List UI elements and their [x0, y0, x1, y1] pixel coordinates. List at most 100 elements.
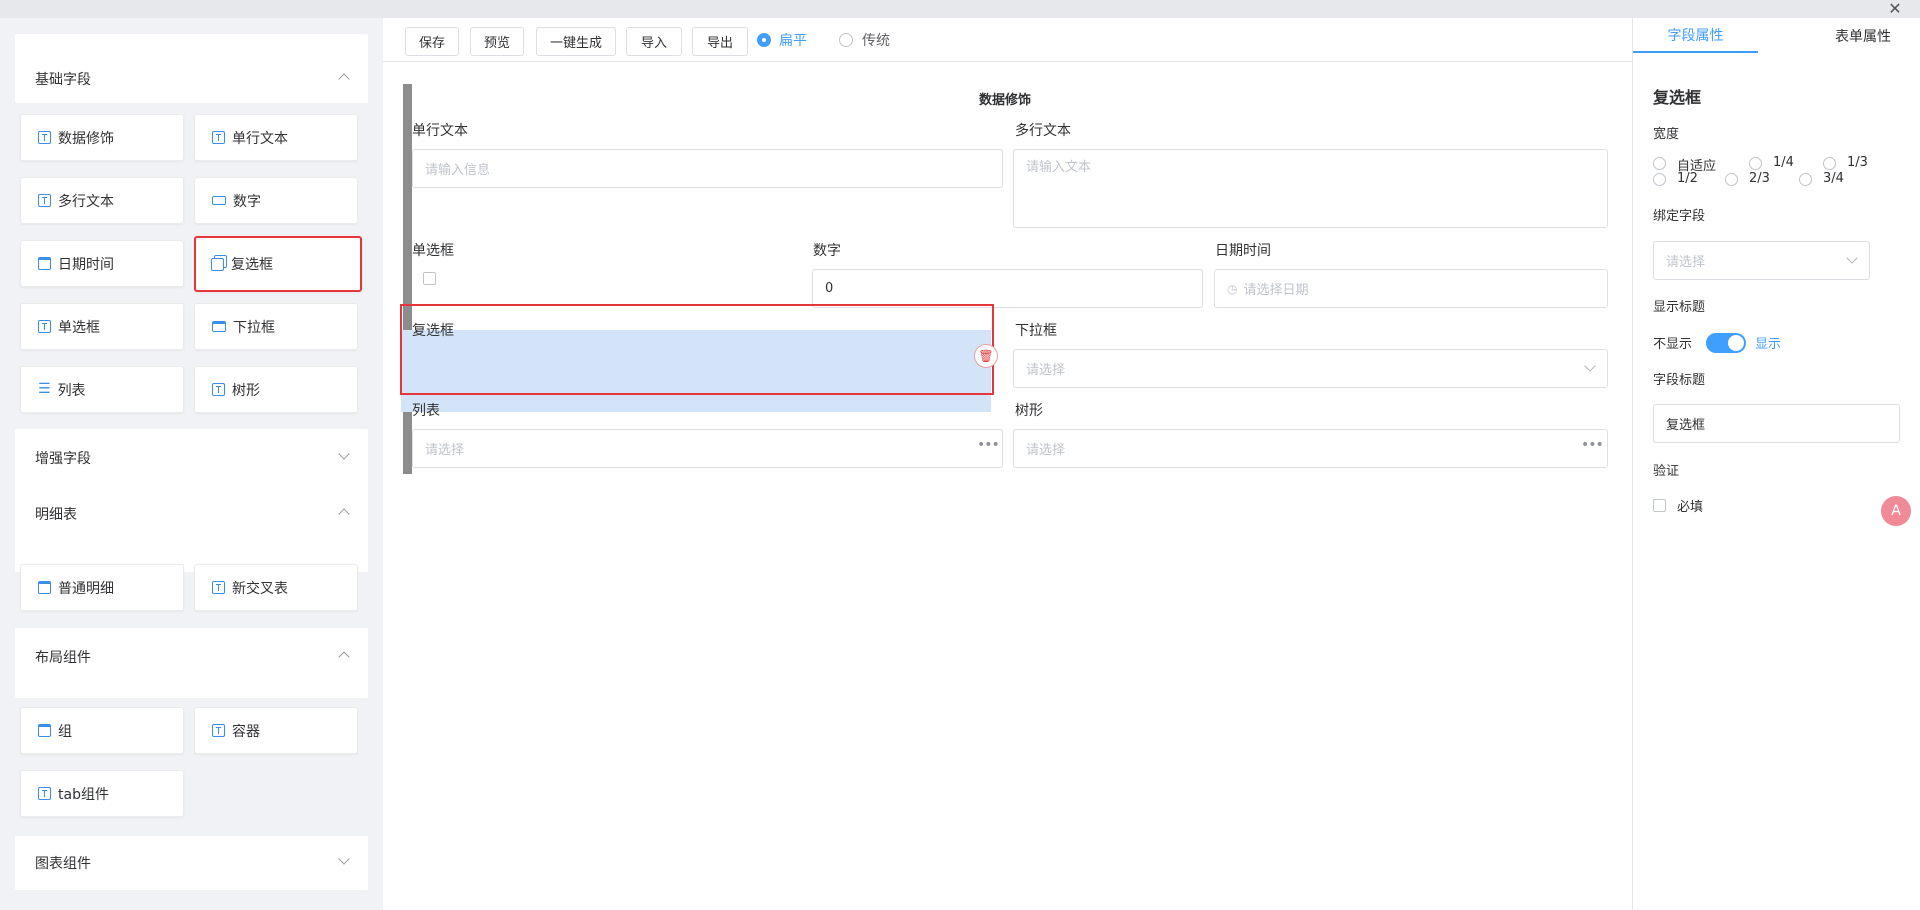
chevron-down-icon[interactable]	[338, 448, 350, 460]
palette-item-tab[interactable]: tab组件	[20, 770, 184, 817]
layout-icon	[38, 724, 51, 737]
tab-field-properties[interactable]: 字段属性	[1633, 18, 1758, 53]
text-field-icon	[38, 320, 51, 333]
width-option-label[interactable]: 1/2	[1677, 171, 1698, 186]
selection-highlight	[400, 304, 994, 395]
chevron-up-icon[interactable]	[338, 508, 350, 520]
list-select[interactable]: 请选择	[412, 429, 1003, 468]
width-radio[interactable]	[1653, 157, 1666, 170]
import-button[interactable]: 导入	[626, 27, 682, 56]
width-option-label[interactable]: 2/3	[1749, 171, 1770, 186]
width-option-label[interactable]: 1/3	[1847, 155, 1868, 170]
palette-item-label: 数据修饰	[58, 130, 114, 147]
dropdown-select[interactable]: 请选择	[1013, 349, 1608, 388]
section-layout-header[interactable]: 布局组件	[15, 628, 368, 698]
generate-button[interactable]: 一键生成	[536, 27, 616, 56]
preview-button[interactable]: 预览	[470, 27, 524, 56]
chevron-down-icon[interactable]	[338, 853, 350, 865]
single-text-input[interactable]: 请输入信息	[412, 149, 1003, 188]
save-button[interactable]: 保存	[405, 27, 459, 56]
palette-item-group[interactable]: 组	[20, 707, 184, 754]
section-title: 增强字段	[35, 451, 91, 467]
checkbox-icon	[211, 257, 224, 271]
field-label: 树形	[1015, 403, 1043, 419]
palette-item-multi-text[interactable]: 多行文本	[20, 177, 184, 224]
palette-item-label: 组	[58, 723, 72, 740]
close-icon[interactable]: ✕	[1886, 0, 1904, 18]
tab-form-properties[interactable]: 表单属性	[1813, 18, 1913, 53]
style-flat-radio[interactable]	[757, 33, 771, 47]
section-chart-header[interactable]: 图表组件	[15, 836, 368, 890]
palette-item-datetime[interactable]: 日期时间	[20, 240, 184, 287]
bind-field-select[interactable]: 请选择	[1653, 241, 1870, 280]
clock-icon: ◷	[1227, 281, 1238, 296]
datetime-placeholder: 请选择日期	[1243, 283, 1309, 298]
toggle-on-label: 显示	[1755, 337, 1782, 352]
number-icon	[212, 196, 226, 205]
text-field-icon	[38, 787, 51, 800]
chevron-up-icon[interactable]	[338, 651, 350, 663]
width-label: 宽度	[1653, 127, 1680, 142]
palette-item-label: tab组件	[58, 786, 109, 803]
required-label[interactable]: 必填	[1677, 496, 1703, 515]
field-label: 多行文本	[1015, 123, 1071, 139]
canvas-drag-bar[interactable]	[403, 84, 412, 474]
palette-item-dropdown[interactable]: 下拉框	[194, 303, 358, 350]
field-label: 复选框	[412, 323, 454, 339]
show-title-toggle[interactable]	[1706, 333, 1746, 353]
palette-item-label: 下拉框	[233, 319, 275, 336]
palette-item-number[interactable]: 数字	[194, 177, 358, 224]
field-title-input[interactable]: 复选框	[1653, 404, 1900, 443]
palette-item-data-decoration[interactable]: 数据修饰	[20, 114, 184, 161]
multi-text-textarea[interactable]: 请输入文本	[1013, 149, 1608, 228]
width-option-label[interactable]: 1/4	[1773, 155, 1794, 170]
number-input[interactable]: 0	[812, 269, 1203, 308]
palette-item-checkbox[interactable]: 复选框	[194, 236, 362, 292]
more-icon[interactable]: •••	[1581, 437, 1604, 453]
palette-item-label: 列表	[57, 382, 86, 399]
export-button[interactable]: 导出	[692, 27, 748, 56]
palette-item-radio[interactable]: 单选框	[20, 303, 184, 350]
width-option-label[interactable]: 3/4	[1823, 171, 1844, 186]
chevron-up-icon[interactable]	[338, 73, 350, 85]
text-field-icon	[212, 131, 225, 144]
radio-field-checkbox[interactable]	[423, 272, 436, 285]
style-flat-label[interactable]: 扁平	[779, 30, 807, 50]
section-title: 图表组件	[35, 856, 91, 872]
tree-select[interactable]: 请选择	[1013, 429, 1608, 468]
width-radio[interactable]	[1799, 173, 1812, 186]
field-label: 单选框	[412, 243, 454, 259]
palette-item-container[interactable]: 容器	[194, 707, 358, 754]
width-radio[interactable]	[1725, 173, 1738, 186]
required-checkbox[interactable]	[1653, 499, 1666, 512]
datetime-input[interactable]: ◷ 请选择日期	[1214, 269, 1608, 308]
palette-item-list[interactable]: ☰ 列表	[20, 366, 184, 413]
palette-item-single-text[interactable]: 单行文本	[194, 114, 358, 161]
width-radio[interactable]	[1749, 157, 1762, 170]
palette-item-tree[interactable]: 树形	[194, 366, 358, 413]
palette-item-cross-table[interactable]: 新交叉表	[194, 564, 358, 611]
palette-item-detail[interactable]: 普通明细	[20, 564, 184, 611]
style-traditional-radio[interactable]	[839, 33, 853, 47]
text-field-icon	[38, 194, 51, 207]
style-traditional-label[interactable]: 传统	[862, 30, 890, 50]
delete-field-button[interactable]: 🗑	[974, 344, 998, 368]
calendar-icon	[38, 257, 51, 270]
window-title-bar	[0, 0, 1920, 18]
section-detail-table-header[interactable]: 明细表	[15, 485, 368, 541]
palette-item-label: 容器	[232, 723, 260, 740]
field-label: 单行文本	[412, 123, 468, 139]
palette-item-label: 日期时间	[58, 256, 114, 273]
trash-icon: 🗑	[978, 349, 994, 363]
form-designer-canvas: 保存 预览 一键生成 导入 导出 扁平 传统 数据修饰 单行文本 请输入信息 多…	[383, 18, 1632, 910]
more-icon[interactable]: •••	[977, 437, 1000, 453]
section-title: 明细表	[35, 507, 77, 523]
width-radio[interactable]	[1653, 173, 1666, 186]
palette-item-label: 新交叉表	[232, 580, 288, 597]
palette-item-label: 单选框	[58, 319, 100, 336]
field-label: 下拉框	[1015, 323, 1057, 339]
section-enhanced-fields-header[interactable]: 增强字段	[15, 429, 368, 485]
section-basic-fields-header[interactable]: 基础字段	[15, 34, 368, 103]
width-radio[interactable]	[1823, 157, 1836, 170]
translate-icon[interactable]: A	[1881, 496, 1911, 526]
